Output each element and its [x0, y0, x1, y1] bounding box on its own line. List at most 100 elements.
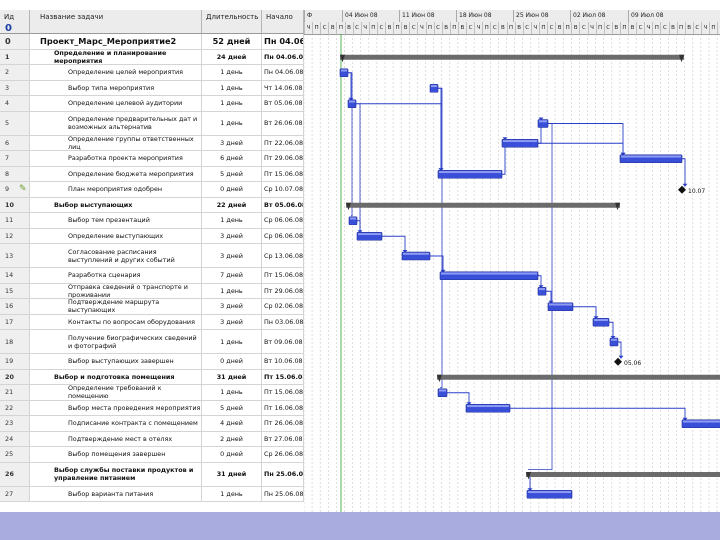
task-start-cell[interactable]: Вт 26.06.08 [262, 111, 304, 135]
task-name-cell[interactable]: Подписание контракта с помещением [30, 416, 202, 431]
task-duration-cell[interactable]: 1 день [202, 96, 262, 111]
column-header-name[interactable]: Название задачи [30, 10, 202, 34]
task-name-cell[interactable]: Подтверждение мест в отелях [30, 431, 202, 446]
task-duration-cell[interactable]: 31 дней [202, 462, 262, 486]
task-start-cell[interactable]: Ср 06.06.08 [262, 213, 304, 228]
task-name-cell[interactable]: Определение предварительных дат и возмож… [30, 111, 202, 135]
task-name-cell[interactable]: Определение группы ответственных лиц [30, 135, 202, 150]
task-row[interactable]: 17 Контакты по вопросам оборудования 3 дне… [0, 314, 304, 330]
task-name-cell[interactable]: Выбор помещения завершен [30, 447, 202, 462]
task-name-cell[interactable]: Определение целевой аудитории [30, 96, 202, 111]
task-start-cell[interactable]: Ср 26.06.08 [262, 447, 304, 462]
task-row[interactable]: 21 Определение требований к помещению 1 де… [0, 385, 304, 401]
task-id-cell[interactable]: 18 [0, 330, 30, 353]
task-id-cell[interactable]: 24 [0, 431, 30, 446]
task-duration-cell[interactable]: 1 день [202, 385, 262, 400]
task-duration-cell[interactable]: 24 дней [202, 49, 262, 64]
task-row[interactable]: 15 Отправка сведений о транспорте и прожи… [0, 283, 304, 299]
task-row[interactable]: 19 Выбор выступающих завершен 0 дней Вт 10.… [0, 354, 304, 370]
task-id-cell[interactable]: 25 [0, 447, 30, 462]
task-duration-cell[interactable]: 1 день [202, 80, 262, 95]
task-row[interactable]: 26 Выбор службы поставки продуктов и упра… [0, 462, 304, 487]
task-duration-cell[interactable]: 22 дней [202, 197, 262, 212]
task-id-cell[interactable]: 11 [0, 213, 30, 228]
task-row[interactable]: 1 Определение и планирование мероприятия 2… [0, 49, 304, 65]
task-start-cell[interactable]: Пн 04.06.08 [262, 49, 304, 64]
task-id-cell[interactable]: 7 [0, 151, 30, 166]
task-duration-cell[interactable]: 0 дней [202, 182, 262, 197]
column-header-duration[interactable]: Длительность [202, 10, 262, 34]
task-name-cell[interactable]: Разработка сценария [30, 268, 202, 283]
task-duration-cell[interactable]: 3 дней [202, 314, 262, 329]
task-id-cell[interactable]: 4 [0, 96, 30, 111]
task-start-cell[interactable]: Пт 15.06.08 [262, 369, 304, 384]
task-duration-cell[interactable]: 0 дней [202, 354, 262, 369]
task-start-cell[interactable]: Ср 10.07.08 [262, 182, 304, 197]
task-id-cell[interactable]: 3 [0, 80, 30, 95]
task-start-cell[interactable]: Пт 15.06.08 [262, 268, 304, 283]
task-row[interactable]: 8 Определение бюджета мероприятия 5 дней Пт… [0, 166, 304, 182]
task-duration-cell[interactable]: 3 дней [202, 244, 262, 267]
task-name-cell[interactable]: Подтверждение маршрута выступающих [30, 299, 202, 314]
task-name-cell[interactable]: Определение выступающих [30, 228, 202, 243]
task-start-cell[interactable]: Пн 25.06.08 [262, 462, 304, 486]
task-row[interactable]: 0Проект_Марс_Мероприятие252 днейПн 04.06… [0, 34, 304, 50]
task-row[interactable]: 14 Разработка сценария 7 дней Пт 15.06.08 [0, 268, 304, 284]
column-header-start[interactable]: Начало [262, 10, 304, 34]
task-start-cell[interactable]: Пт 29.06.08 [262, 283, 304, 298]
task-duration-cell[interactable]: 31 дней [202, 369, 262, 384]
task-id-cell[interactable]: 10 [0, 197, 30, 212]
task-row[interactable]: 16 Подтверждение маршрута выступающих 3 дн… [0, 299, 304, 315]
task-duration-cell[interactable]: 5 дней [202, 166, 262, 181]
task-name-cell[interactable]: Контакты по вопросам оборудования [30, 314, 202, 329]
task-start-cell[interactable]: Вт 27.06.08 [262, 431, 304, 446]
task-id-cell[interactable]: 6 [0, 135, 30, 150]
task-row[interactable]: 9 План мероприятия одобрен 0 дней Ср 10.07.… [0, 182, 304, 198]
task-row[interactable]: 20 Выбор и подготовка помещения 31 дней Пт … [0, 369, 304, 385]
task-id-cell[interactable]: 0 [0, 34, 30, 49]
task-start-cell[interactable]: Пт 22.06.08 [262, 135, 304, 150]
task-id-cell[interactable]: 21 [0, 385, 30, 400]
task-row[interactable]: 6 Определение группы ответственных лиц 3 д… [0, 135, 304, 151]
task-name-cell[interactable]: Проект_Марс_Мероприятие2 [30, 34, 202, 49]
task-start-cell[interactable]: Пн 04.06.08 [262, 34, 304, 49]
task-id-cell[interactable]: 17 [0, 314, 30, 329]
task-name-cell[interactable]: Определение требований к помещению [30, 385, 202, 400]
task-id-cell[interactable]: 26 [0, 462, 30, 486]
task-row[interactable]: 11 Выбор тем презентаций 1 день Ср 06.06.08 [0, 213, 304, 229]
task-row[interactable]: 5 Определение предварительных дат и возмо… [0, 111, 304, 136]
task-name-cell[interactable]: Выбор типа мероприятия [30, 80, 202, 95]
column-header-id[interactable]: Ид 0 [0, 10, 30, 34]
task-duration-cell[interactable]: 5 дней [202, 400, 262, 415]
task-duration-cell[interactable]: 52 дней [202, 34, 262, 49]
task-start-cell[interactable]: Ср 02.06.08 [262, 299, 304, 314]
task-duration-cell[interactable]: 0 дней [202, 447, 262, 462]
task-duration-cell[interactable]: 7 дней [202, 268, 262, 283]
task-start-cell[interactable]: Пт 26.06.08 [262, 416, 304, 431]
task-name-cell[interactable]: Выбор выступающих завершен [30, 354, 202, 369]
task-duration-cell[interactable]: 4 дней [202, 416, 262, 431]
task-name-cell[interactable]: Отправка сведений о транспорте и прожива… [30, 283, 202, 298]
task-start-cell[interactable]: Вт 10.06.08 [262, 354, 304, 369]
task-id-cell[interactable]: 16 [0, 299, 30, 314]
task-name-cell[interactable]: Определение целей мероприятия [30, 65, 202, 80]
task-name-cell[interactable]: Выбор и подготовка помещения [30, 369, 202, 384]
task-row[interactable]: 10 Выбор выступающих 22 дней Вт 05.06.08 [0, 197, 304, 213]
task-name-cell[interactable]: Выбор тем презентаций [30, 213, 202, 228]
task-name-cell[interactable]: Определение бюджета мероприятия [30, 166, 202, 181]
task-row[interactable]: 13 Согласование расписания выступлений и … [0, 244, 304, 268]
task-name-cell[interactable]: План мероприятия одобрен [30, 182, 202, 197]
task-row[interactable]: 4 Определение целевой аудитории 1 день Вт 0… [0, 96, 304, 112]
task-name-cell[interactable]: Получение биографических сведений и фото… [30, 330, 202, 353]
task-name-cell[interactable]: Разработка проекта мероприятия [30, 151, 202, 166]
task-name-cell[interactable]: Выбор службы поставки продуктов и управл… [30, 462, 202, 486]
task-row[interactable]: 27 Выбор варианта питания 1 день Пн 25.06.0… [0, 486, 304, 502]
task-id-cell[interactable]: 20 [0, 369, 30, 384]
task-name-cell[interactable]: Выбор варианта питания [30, 486, 202, 501]
task-start-cell[interactable]: Пт 16.06.08 [262, 400, 304, 415]
task-start-cell[interactable]: Пт 15.06.08 [262, 385, 304, 400]
task-start-cell[interactable]: Пн 03.06.08 [262, 314, 304, 329]
task-start-cell[interactable]: Пт 29.06.08 [262, 151, 304, 166]
note-indicator-icon[interactable]: ✎ [19, 184, 27, 194]
task-id-cell[interactable]: 22 [0, 400, 30, 415]
